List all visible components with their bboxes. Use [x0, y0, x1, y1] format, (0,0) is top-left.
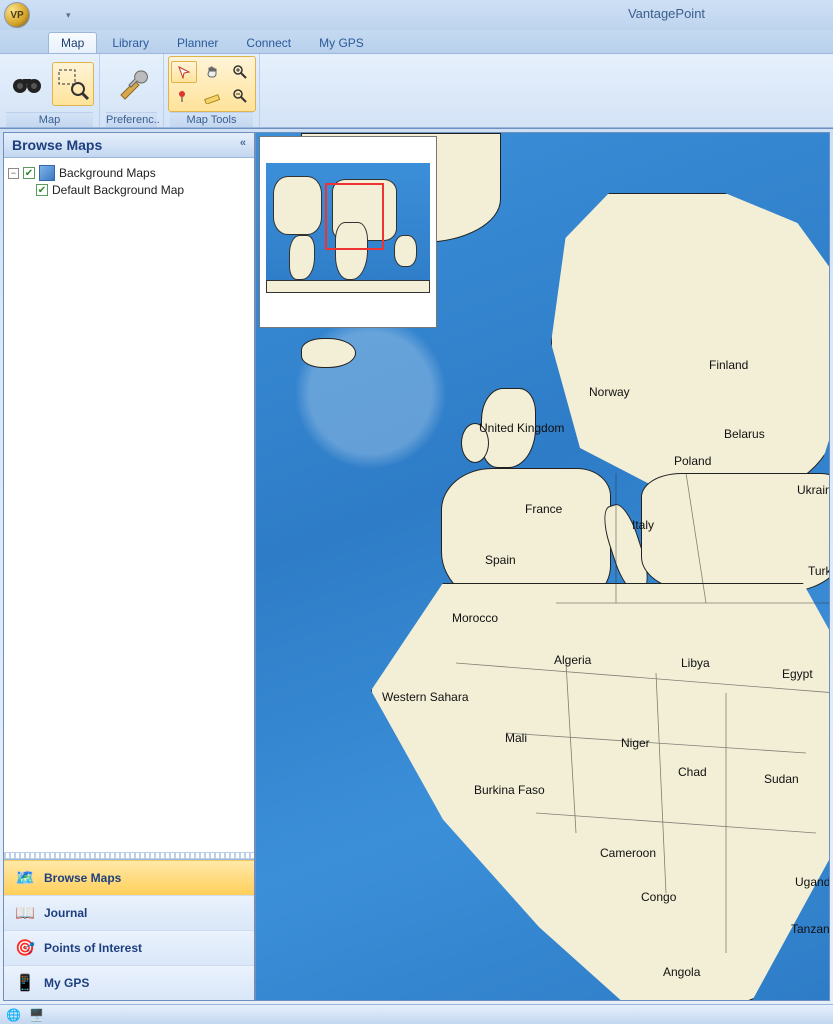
ribbon-group-tools-label: Map Tools — [170, 112, 253, 127]
ribbon-group-map-label: Map — [6, 112, 93, 127]
map-canvas[interactable]: NorwayFinlandBelarusUnited KingdomPoland… — [255, 132, 830, 1001]
journal-icon: 📖 — [14, 902, 36, 924]
tab-map[interactable]: Map — [48, 32, 97, 53]
tree-expand-icon[interactable]: − — [8, 168, 19, 179]
tab-library[interactable]: Library — [99, 32, 162, 53]
ribbon-tabs: Map Library Planner Connect My GPS — [0, 30, 833, 54]
land-balkans — [641, 473, 830, 593]
tree-root-label: Background Maps — [59, 166, 156, 180]
nav-browse-maps[interactable]: 🗺️ Browse Maps — [4, 860, 254, 895]
binoculars-icon[interactable] — [6, 62, 48, 106]
monitor-icon[interactable]: 🖥️ — [29, 1008, 44, 1022]
sidebar-grip[interactable] — [4, 852, 254, 859]
land-iceland — [301, 338, 356, 368]
ribbon-group-map: Map — [0, 54, 100, 127]
nav-stack: 🗺️ Browse Maps 📖 Journal 🎯 Points of Int… — [4, 859, 254, 1000]
collapse-icon[interactable]: « — [240, 137, 246, 153]
overview-minimap[interactable] — [259, 136, 437, 328]
ribbon: Map Preferenc.. Map Tools — [0, 54, 833, 128]
pan-hand-icon[interactable] — [199, 61, 225, 83]
arrow-tool-icon[interactable] — [171, 61, 197, 83]
ribbon-group-maptools: Map Tools — [164, 54, 260, 127]
ie-icon[interactable]: 🌐 — [6, 1008, 21, 1022]
pin-tool-icon[interactable] — [171, 85, 197, 107]
tab-connect[interactable]: Connect — [233, 32, 304, 53]
app-title: VantagePoint — [0, 6, 833, 21]
nav-my-gps-label: My GPS — [44, 976, 89, 990]
tree-child-label: Default Background Map — [52, 183, 184, 197]
panel-title: Browse Maps « — [4, 133, 254, 158]
title-bar: VP ▾ VantagePoint — [0, 0, 833, 30]
qat-dropdown-icon[interactable]: ▾ — [66, 10, 71, 21]
gps-icon: 📱 — [14, 972, 36, 994]
browse-maps-icon: 🗺️ — [14, 867, 36, 889]
tree-root-checkbox[interactable]: ✔ — [23, 167, 35, 179]
map-layer-icon — [39, 165, 55, 181]
nav-my-gps[interactable]: 📱 My GPS — [4, 965, 254, 1000]
land-europe-north — [551, 193, 830, 493]
ruler-tool-icon[interactable] — [199, 85, 225, 107]
tree-child-checkbox[interactable]: ✔ — [36, 184, 48, 196]
map-tree[interactable]: − ✔ Background Maps ✔ Default Background… — [4, 158, 254, 852]
tools-icon[interactable] — [111, 62, 153, 106]
sidebar: Browse Maps « − ✔ Background Maps ✔ Defa… — [3, 132, 255, 1001]
status-bar: 🌐 🖥️ — [0, 1004, 833, 1024]
nav-browse-maps-label: Browse Maps — [44, 871, 121, 885]
tree-child-row[interactable]: ✔ Default Background Map — [36, 182, 250, 198]
nav-journal-label: Journal — [44, 906, 87, 920]
tab-my-gps[interactable]: My GPS — [306, 32, 377, 53]
overview-viewport-rect[interactable] — [325, 183, 384, 251]
app-logo[interactable]: VP — [4, 2, 30, 28]
main-area: Browse Maps « − ✔ Background Maps ✔ Defa… — [0, 128, 833, 1004]
marquee-zoom-icon[interactable] — [52, 62, 94, 106]
overview-world — [266, 163, 430, 293]
nav-journal[interactable]: 📖 Journal — [4, 895, 254, 930]
tab-planner[interactable]: Planner — [164, 32, 231, 53]
ribbon-group-preferences: Preferenc.. — [100, 54, 164, 127]
nav-poi[interactable]: 🎯 Points of Interest — [4, 930, 254, 965]
land-ireland — [461, 423, 489, 463]
zoom-out-icon[interactable] — [227, 85, 253, 107]
poi-icon: 🎯 — [14, 937, 36, 959]
ribbon-group-pref-label: Preferenc.. — [106, 112, 157, 127]
zoom-in-icon[interactable] — [227, 61, 253, 83]
panel-title-text: Browse Maps — [12, 137, 102, 153]
tree-root-row[interactable]: − ✔ Background Maps — [8, 164, 250, 182]
land-uk — [481, 388, 536, 468]
nav-poi-label: Points of Interest — [44, 941, 142, 955]
